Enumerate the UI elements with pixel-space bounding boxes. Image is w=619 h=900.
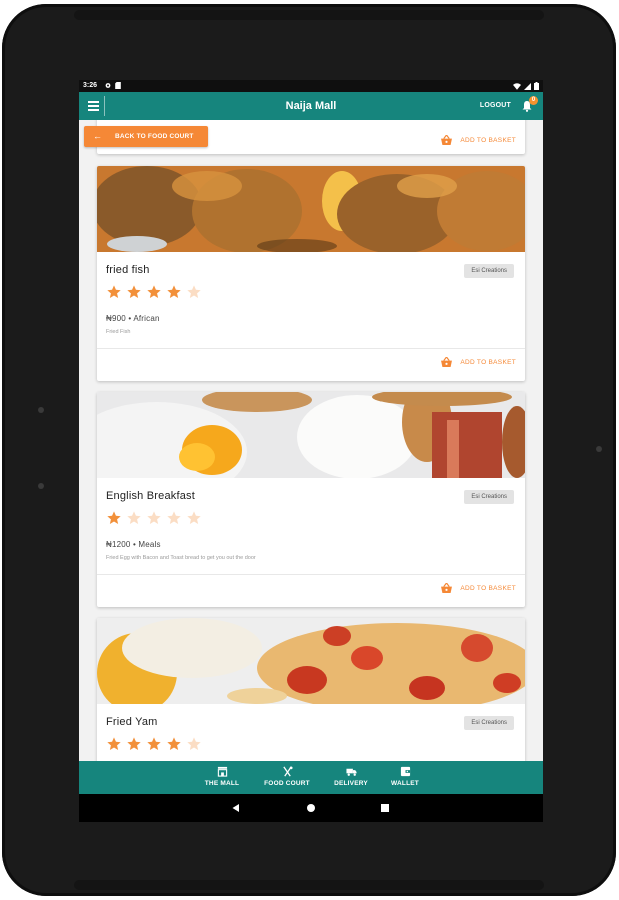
back-to-food-court-button[interactable]: ← BACK TO FOOD COURT	[84, 126, 208, 147]
vendor-chip[interactable]: Esi Creations	[464, 716, 514, 730]
status-right-icons	[513, 80, 539, 92]
star-filled-icon[interactable]	[106, 284, 122, 300]
status-bar: 3:26	[79, 80, 543, 92]
product-card[interactable]: Fried Yam Esi Creations	[97, 618, 525, 761]
price-category: ₦900 • African	[106, 314, 160, 323]
rating-stars[interactable]	[106, 510, 202, 526]
signal-icon	[524, 82, 531, 90]
product-card[interactable]: fried fish Esi Creations ₦900 • African …	[97, 166, 525, 381]
rating-stars[interactable]	[106, 736, 202, 752]
star-filled-icon[interactable]	[146, 736, 162, 752]
star-empty-icon[interactable]	[186, 284, 202, 300]
basket-icon	[441, 357, 453, 367]
settings-gear-icon	[105, 83, 111, 88]
sd-card-icon	[115, 82, 121, 89]
nav-label: DELIVERY	[334, 780, 368, 787]
nav-item-the-mall[interactable]: THE MALL	[197, 761, 247, 794]
back-button-label: BACK TO FOOD COURT	[115, 133, 194, 140]
wallet-icon	[400, 766, 410, 777]
nav-label: WALLET	[391, 780, 419, 787]
vendor-chip[interactable]: Esi Creations	[464, 264, 514, 278]
bottom-navigation: THE MALL FOOD COURT DELIVERY WALLET	[79, 761, 543, 794]
tablet-sensor	[38, 483, 44, 489]
card-divider	[97, 574, 525, 575]
product-name: Fried Yam	[106, 716, 158, 728]
tablet-bottom-edge	[74, 880, 544, 890]
status-time: 3:26	[83, 82, 98, 89]
star-filled-icon[interactable]	[106, 510, 122, 526]
nav-label: FOOD COURT	[264, 780, 310, 787]
basket-icon	[441, 583, 453, 593]
star-empty-icon[interactable]	[166, 510, 182, 526]
product-name: fried fish	[106, 264, 150, 276]
back-triangle-icon[interactable]	[231, 803, 241, 813]
star-filled-icon[interactable]	[166, 284, 182, 300]
truck-icon	[345, 768, 357, 776]
english-breakfast-photo	[97, 392, 525, 478]
card-divider	[97, 348, 525, 349]
rating-stars[interactable]	[106, 284, 202, 300]
product-name: English Breakfast	[106, 490, 195, 502]
fried-yam-photo	[97, 618, 525, 704]
add-to-basket-button[interactable]: ADD TO BASKET	[441, 581, 516, 595]
arrow-left-icon: ←	[93, 131, 103, 141]
nav-label: THE MALL	[204, 780, 240, 787]
star-empty-icon[interactable]	[186, 736, 202, 752]
star-empty-icon[interactable]	[126, 510, 142, 526]
star-filled-icon[interactable]	[106, 736, 122, 752]
add-to-basket-label: ADD TO BASKET	[460, 358, 516, 366]
add-to-basket-label: ADD TO BASKET	[460, 584, 516, 592]
basket-icon	[441, 135, 453, 145]
add-to-basket-button[interactable]: ADD TO BASKET	[441, 133, 516, 147]
product-description: Fried Fish	[106, 329, 131, 335]
product-card[interactable]: English Breakfast Esi Creations ₦1200 • …	[97, 392, 525, 607]
star-empty-icon[interactable]	[146, 510, 162, 526]
tablet-top-edge	[74, 10, 544, 20]
app-bar: Naija Mall LOGOUT 0	[79, 92, 543, 120]
tablet-camera	[596, 446, 602, 452]
add-to-basket-label: ADD TO BASKET	[460, 136, 516, 144]
app-screen: 3:26 Naija Mall LOGOUT 0 ADD TO BASKET ←…	[79, 80, 543, 822]
fork-knife-icon	[282, 766, 293, 777]
app-title: Naija Mall	[285, 100, 337, 112]
add-to-basket-button[interactable]: ADD TO BASKET	[441, 355, 516, 369]
star-filled-icon[interactable]	[126, 736, 142, 752]
battery-icon	[534, 82, 539, 90]
tablet-sensor	[38, 407, 44, 413]
star-empty-icon[interactable]	[186, 510, 202, 526]
fried-fish-photo	[97, 166, 525, 252]
star-filled-icon[interactable]	[166, 736, 182, 752]
vendor-chip[interactable]: Esi Creations	[464, 490, 514, 504]
nav-item-delivery[interactable]: DELIVERY	[327, 761, 375, 794]
recents-square-icon[interactable]	[380, 803, 390, 813]
store-icon	[217, 766, 227, 777]
product-list[interactable]: ADD TO BASKET ← BACK TO FOOD COURT fried…	[79, 120, 543, 761]
logout-button[interactable]: LOGOUT	[480, 92, 511, 120]
wifi-icon	[513, 82, 521, 90]
star-filled-icon[interactable]	[126, 284, 142, 300]
product-description: Fried Egg with Bacon and Toast bread to …	[106, 555, 256, 561]
nav-item-wallet[interactable]: WALLET	[383, 761, 427, 794]
system-navigation-bar	[79, 794, 543, 822]
nav-item-food-court[interactable]: FOOD COURT	[257, 761, 317, 794]
star-filled-icon[interactable]	[146, 284, 162, 300]
notification-badge: 0	[529, 96, 538, 105]
price-category: ₦1200 • Meals	[106, 540, 161, 549]
home-circle-icon[interactable]	[306, 803, 316, 813]
